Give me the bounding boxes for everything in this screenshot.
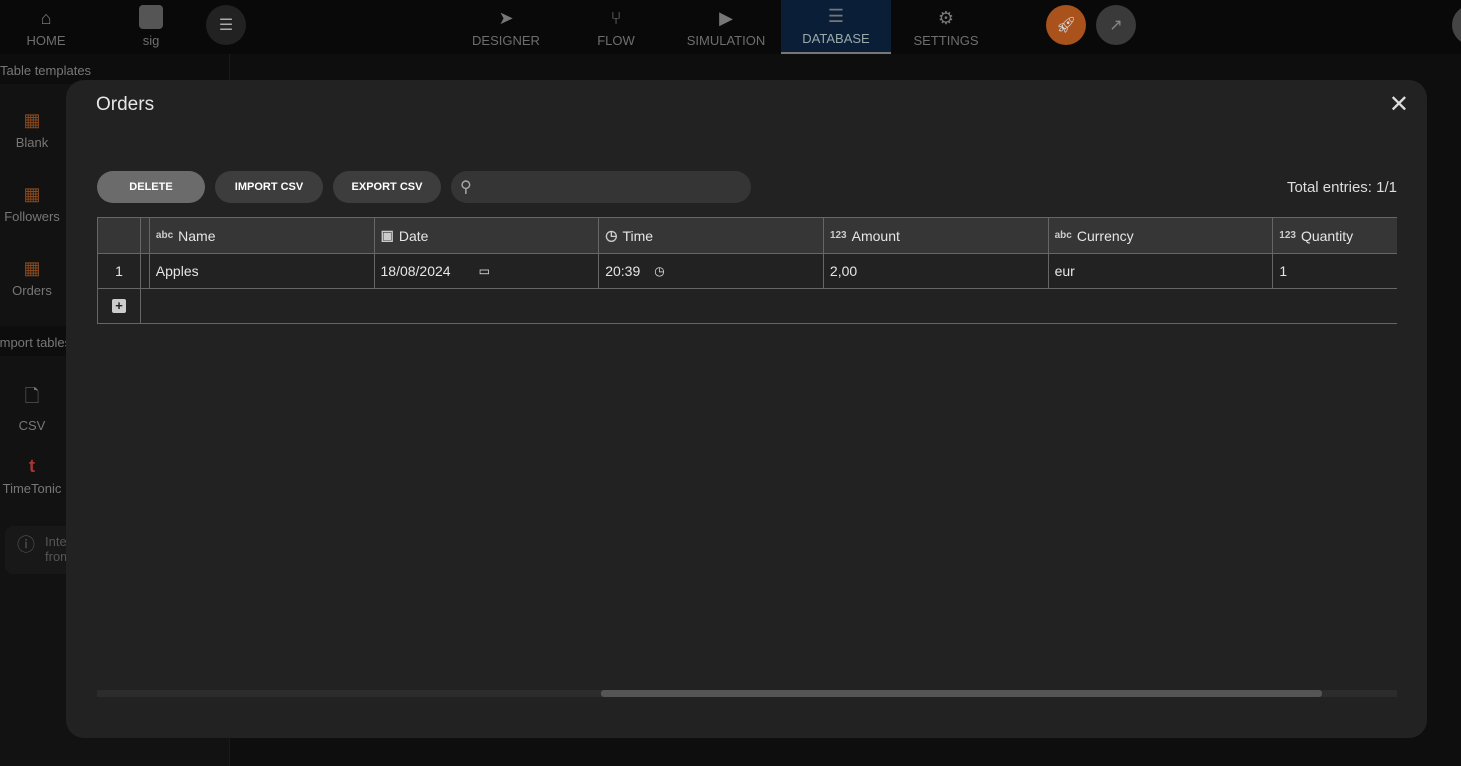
cursor-icon: ➤ (498, 8, 514, 28)
table-icon: ▦ (23, 110, 41, 130)
index-header (97, 218, 140, 253)
timetonic-icon: t (29, 456, 35, 476)
column-header-name[interactable]: abc Name (148, 218, 374, 253)
tab-designer[interactable]: ➤ DESIGNER (466, 0, 546, 54)
modal-title: Orders (96, 94, 155, 115)
top-bar: ⌂ HOME sig ☰ ➤ DESIGNER ⑂ FLOW ▶ SIMULATION … (0, 0, 1461, 54)
table-modal: Orders ✕ DELETE IMPORT CSV EXPORT CSV ⚲ … (66, 80, 1427, 738)
clock-icon[interactable]: ◷ (654, 264, 664, 278)
horizontal-scrollbar[interactable] (97, 690, 1397, 697)
template-orders[interactable]: ▦ Orders (0, 258, 64, 298)
nav-home[interactable]: ⌂ HOME (16, 0, 76, 54)
add-row: + (97, 289, 1397, 324)
database-icon: ☰ (827, 6, 845, 26)
row-index: 1 (97, 254, 140, 288)
tab-settings[interactable]: ⚙ SETTINGS (906, 0, 986, 54)
menu-toggle-button[interactable]: ☰ (206, 5, 246, 45)
text-type-icon: abc (155, 230, 174, 241)
clock-icon: ◷ (605, 227, 618, 243)
open-external-button[interactable]: ↗ (1096, 5, 1136, 45)
table-row: 1 Apples 18/08/2024 ▭ 20:39 ◷ 2,00 eur 1 (97, 254, 1397, 289)
avatar[interactable] (1452, 5, 1461, 45)
template-blank[interactable]: ▦ Blank (0, 110, 64, 150)
publish-button[interactable]: 🚀︎ (1046, 5, 1086, 45)
nav-project[interactable]: sig (128, 0, 174, 54)
tab-flow[interactable]: ⑂ FLOW (586, 0, 646, 54)
export-csv-button[interactable]: EXPORT CSV (333, 171, 441, 203)
column-header-time[interactable]: ◷ Time (598, 218, 823, 253)
number-type-icon: 123 (1279, 230, 1296, 241)
scrollbar-thumb[interactable] (601, 690, 1322, 697)
select-header[interactable] (140, 218, 149, 253)
plus-icon: + (112, 299, 126, 313)
template-followers[interactable]: ▦ Followers (0, 184, 64, 224)
tab-database[interactable]: ☰ DATABASE (781, 0, 891, 54)
total-entries: Total entries: 1/1 (1286, 179, 1397, 196)
data-table: abc Name ▣ Date ◷ Time 123 Amount abc Currenc… (97, 217, 1397, 325)
import-csv-button[interactable]: IMPORT CSV (215, 171, 323, 203)
column-header-quantity[interactable]: 123 Quantity (1272, 218, 1397, 253)
external-link-icon: ↗ (1109, 17, 1123, 34)
home-icon: ⌂ (40, 8, 52, 28)
cell-date[interactable]: 18/08/2024 ▭ (373, 254, 599, 288)
table-icon: ▦ (23, 258, 41, 278)
calendar-icon[interactable]: ▭ (479, 264, 490, 278)
row-select[interactable] (139, 254, 149, 288)
text-type-icon: abc (1054, 230, 1072, 241)
cell-name[interactable]: Apples (148, 254, 374, 288)
add-row-button[interactable]: + (97, 289, 141, 323)
cell-amount[interactable]: 2,00 (822, 254, 1048, 288)
calendar-icon: ▣ (380, 227, 394, 243)
table-icon: ▦ (23, 184, 41, 204)
close-icon[interactable]: ✕ (1389, 90, 1409, 119)
number-type-icon: 123 (829, 230, 847, 241)
file-icon: 🗋 (24, 386, 40, 406)
search-icon: ⚲ (460, 179, 472, 196)
cell-quantity[interactable]: 1 (1272, 254, 1397, 288)
cell-currency[interactable]: eur (1047, 254, 1273, 288)
table-header: abc Name ▣ Date ◷ Time 123 Amount abc Currenc… (97, 217, 1397, 254)
play-icon: ▶ (719, 8, 733, 28)
column-header-amount[interactable]: 123 Amount (822, 218, 1048, 253)
gear-icon: ⚙ (937, 8, 955, 28)
info-icon: ⓘ (17, 535, 35, 555)
import-csv[interactable]: 🗋 CSV (0, 384, 64, 433)
tab-simulation[interactable]: ▶ SIMULATION (680, 0, 772, 54)
flow-icon: ⑂ (610, 8, 622, 28)
column-header-date[interactable]: ▣ Date (373, 218, 599, 253)
rocket-icon: 🚀︎ (1055, 17, 1077, 34)
file-icon (139, 5, 163, 29)
delete-button[interactable]: DELETE (97, 171, 205, 203)
column-header-currency[interactable]: abc Currency (1047, 218, 1273, 253)
import-timetonic[interactable]: t TimeTonic (0, 456, 64, 496)
search-input[interactable] (451, 171, 751, 203)
cell-time[interactable]: 20:39 ◷ (598, 254, 823, 288)
